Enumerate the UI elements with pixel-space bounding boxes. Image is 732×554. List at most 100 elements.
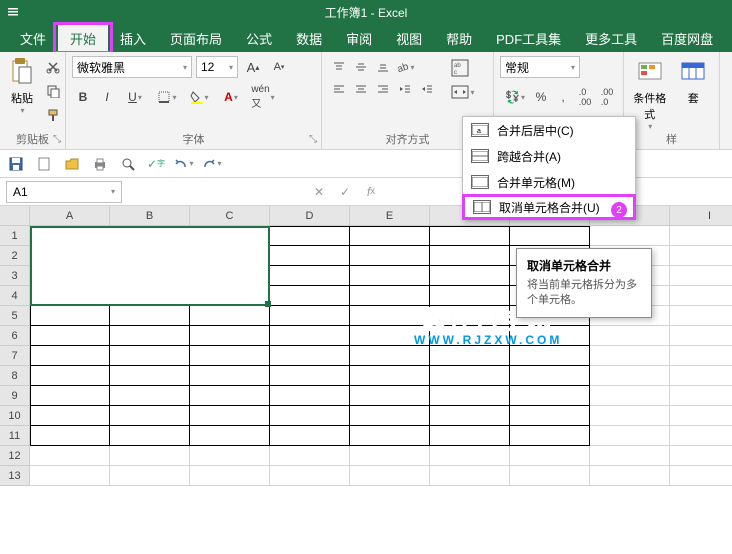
cell[interactable] xyxy=(670,306,732,326)
cell[interactable] xyxy=(590,466,670,486)
cell[interactable] xyxy=(270,366,350,386)
cell[interactable] xyxy=(350,386,430,406)
comma-button[interactable]: , xyxy=(552,86,574,108)
row-header[interactable]: 13 xyxy=(0,466,30,486)
cell[interactable] xyxy=(670,226,732,246)
cell[interactable] xyxy=(350,466,430,486)
tab-view[interactable]: 视图 xyxy=(384,24,434,52)
open-button[interactable] xyxy=(62,154,82,174)
column-header[interactable]: D xyxy=(270,206,350,226)
row-header[interactable]: 3 xyxy=(0,266,30,286)
increase-decimal-button[interactable]: .0.00 xyxy=(574,86,596,108)
cell[interactable] xyxy=(510,326,590,346)
column-header[interactable]: I xyxy=(670,206,732,226)
underline-button[interactable]: U▾ xyxy=(120,86,150,108)
paste-button[interactable]: 粘贴 ▾ xyxy=(6,56,38,115)
cell[interactable] xyxy=(510,226,590,246)
cell[interactable] xyxy=(270,306,350,326)
tab-page-layout[interactable]: 页面布局 xyxy=(158,24,234,52)
app-menu-icon[interactable] xyxy=(6,5,20,19)
wrap-text-button[interactable]: abc xyxy=(448,56,472,80)
cell[interactable] xyxy=(190,326,270,346)
number-format-select[interactable]: 常规 ▾ xyxy=(500,56,580,78)
cell[interactable] xyxy=(110,366,190,386)
cell[interactable] xyxy=(110,326,190,346)
cell[interactable] xyxy=(670,366,732,386)
cell[interactable] xyxy=(510,466,590,486)
cell[interactable] xyxy=(350,406,430,426)
tab-formulas[interactable]: 公式 xyxy=(234,24,284,52)
cell[interactable] xyxy=(30,326,110,346)
cell[interactable] xyxy=(350,326,430,346)
cell[interactable] xyxy=(590,226,670,246)
merge-cells-item[interactable]: 合并单元格(M) xyxy=(463,169,635,195)
tab-baidu-netdisk[interactable]: 百度网盘 xyxy=(649,24,725,52)
dialog-launcher-icon[interactable]: ⤡ xyxy=(53,134,61,145)
cell[interactable] xyxy=(670,346,732,366)
cell[interactable] xyxy=(430,266,510,286)
cell[interactable] xyxy=(270,386,350,406)
cell[interactable] xyxy=(430,226,510,246)
cell[interactable] xyxy=(350,306,430,326)
cell[interactable] xyxy=(590,446,670,466)
cell[interactable] xyxy=(430,386,510,406)
select-all-corner[interactable] xyxy=(0,206,30,226)
fx-button[interactable]: fx xyxy=(360,181,382,203)
align-top-button[interactable] xyxy=(328,56,350,78)
name-box[interactable]: A1 ▾ xyxy=(6,181,122,203)
tab-insert[interactable]: 插入 xyxy=(108,24,158,52)
dialog-launcher-icon[interactable]: ⤡ xyxy=(309,134,317,145)
format-painter-button[interactable] xyxy=(42,104,64,126)
cell[interactable] xyxy=(350,266,430,286)
cell[interactable] xyxy=(430,466,510,486)
row-header[interactable]: 10 xyxy=(0,406,30,426)
cancel-formula-button[interactable]: ✕ xyxy=(308,181,330,203)
cell[interactable] xyxy=(190,306,270,326)
cell[interactable] xyxy=(190,366,270,386)
font-name-select[interactable]: 微软雅黑 ▾ xyxy=(72,56,192,78)
cell[interactable] xyxy=(30,346,110,366)
tab-review[interactable]: 审阅 xyxy=(334,24,384,52)
merge-center-item[interactable]: a 合并后居中(C) xyxy=(463,117,635,143)
row-header[interactable]: 4 xyxy=(0,286,30,306)
cell[interactable] xyxy=(270,246,350,266)
cell[interactable] xyxy=(510,426,590,446)
cell[interactable] xyxy=(190,466,270,486)
cell[interactable] xyxy=(590,346,670,366)
cell[interactable] xyxy=(110,386,190,406)
cell[interactable] xyxy=(350,366,430,386)
column-header[interactable]: E xyxy=(350,206,430,226)
font-size-select[interactable]: 12 ▾ xyxy=(196,56,238,78)
cell[interactable] xyxy=(110,346,190,366)
cell[interactable] xyxy=(270,346,350,366)
column-header[interactable]: C xyxy=(190,206,270,226)
cell[interactable] xyxy=(670,406,732,426)
cell[interactable] xyxy=(30,306,110,326)
cell[interactable] xyxy=(510,386,590,406)
cell[interactable] xyxy=(590,326,670,346)
tab-file[interactable]: 文件 xyxy=(8,24,58,52)
redo-button[interactable]: ▾ xyxy=(202,154,222,174)
cell[interactable] xyxy=(510,446,590,466)
cell[interactable] xyxy=(430,426,510,446)
merge-button[interactable]: ▾ xyxy=(448,80,478,104)
row-header[interactable]: 2 xyxy=(0,246,30,266)
cell[interactable] xyxy=(350,286,430,306)
cell[interactable] xyxy=(30,406,110,426)
new-button[interactable] xyxy=(34,154,54,174)
copy-button[interactable] xyxy=(42,80,64,102)
tab-data[interactable]: 数据 xyxy=(284,24,334,52)
cell[interactable] xyxy=(670,266,732,286)
row-header[interactable]: 9 xyxy=(0,386,30,406)
phonetic-button[interactable]: wén又▾ xyxy=(248,86,278,108)
print-preview-button[interactable] xyxy=(118,154,138,174)
cell[interactable] xyxy=(190,446,270,466)
cell[interactable] xyxy=(270,326,350,346)
cell[interactable] xyxy=(670,326,732,346)
cell[interactable] xyxy=(510,366,590,386)
cell[interactable] xyxy=(430,346,510,366)
cell[interactable] xyxy=(510,346,590,366)
row-header[interactable]: 11 xyxy=(0,426,30,446)
row-header[interactable]: 8 xyxy=(0,366,30,386)
italic-button[interactable]: I xyxy=(96,86,118,108)
